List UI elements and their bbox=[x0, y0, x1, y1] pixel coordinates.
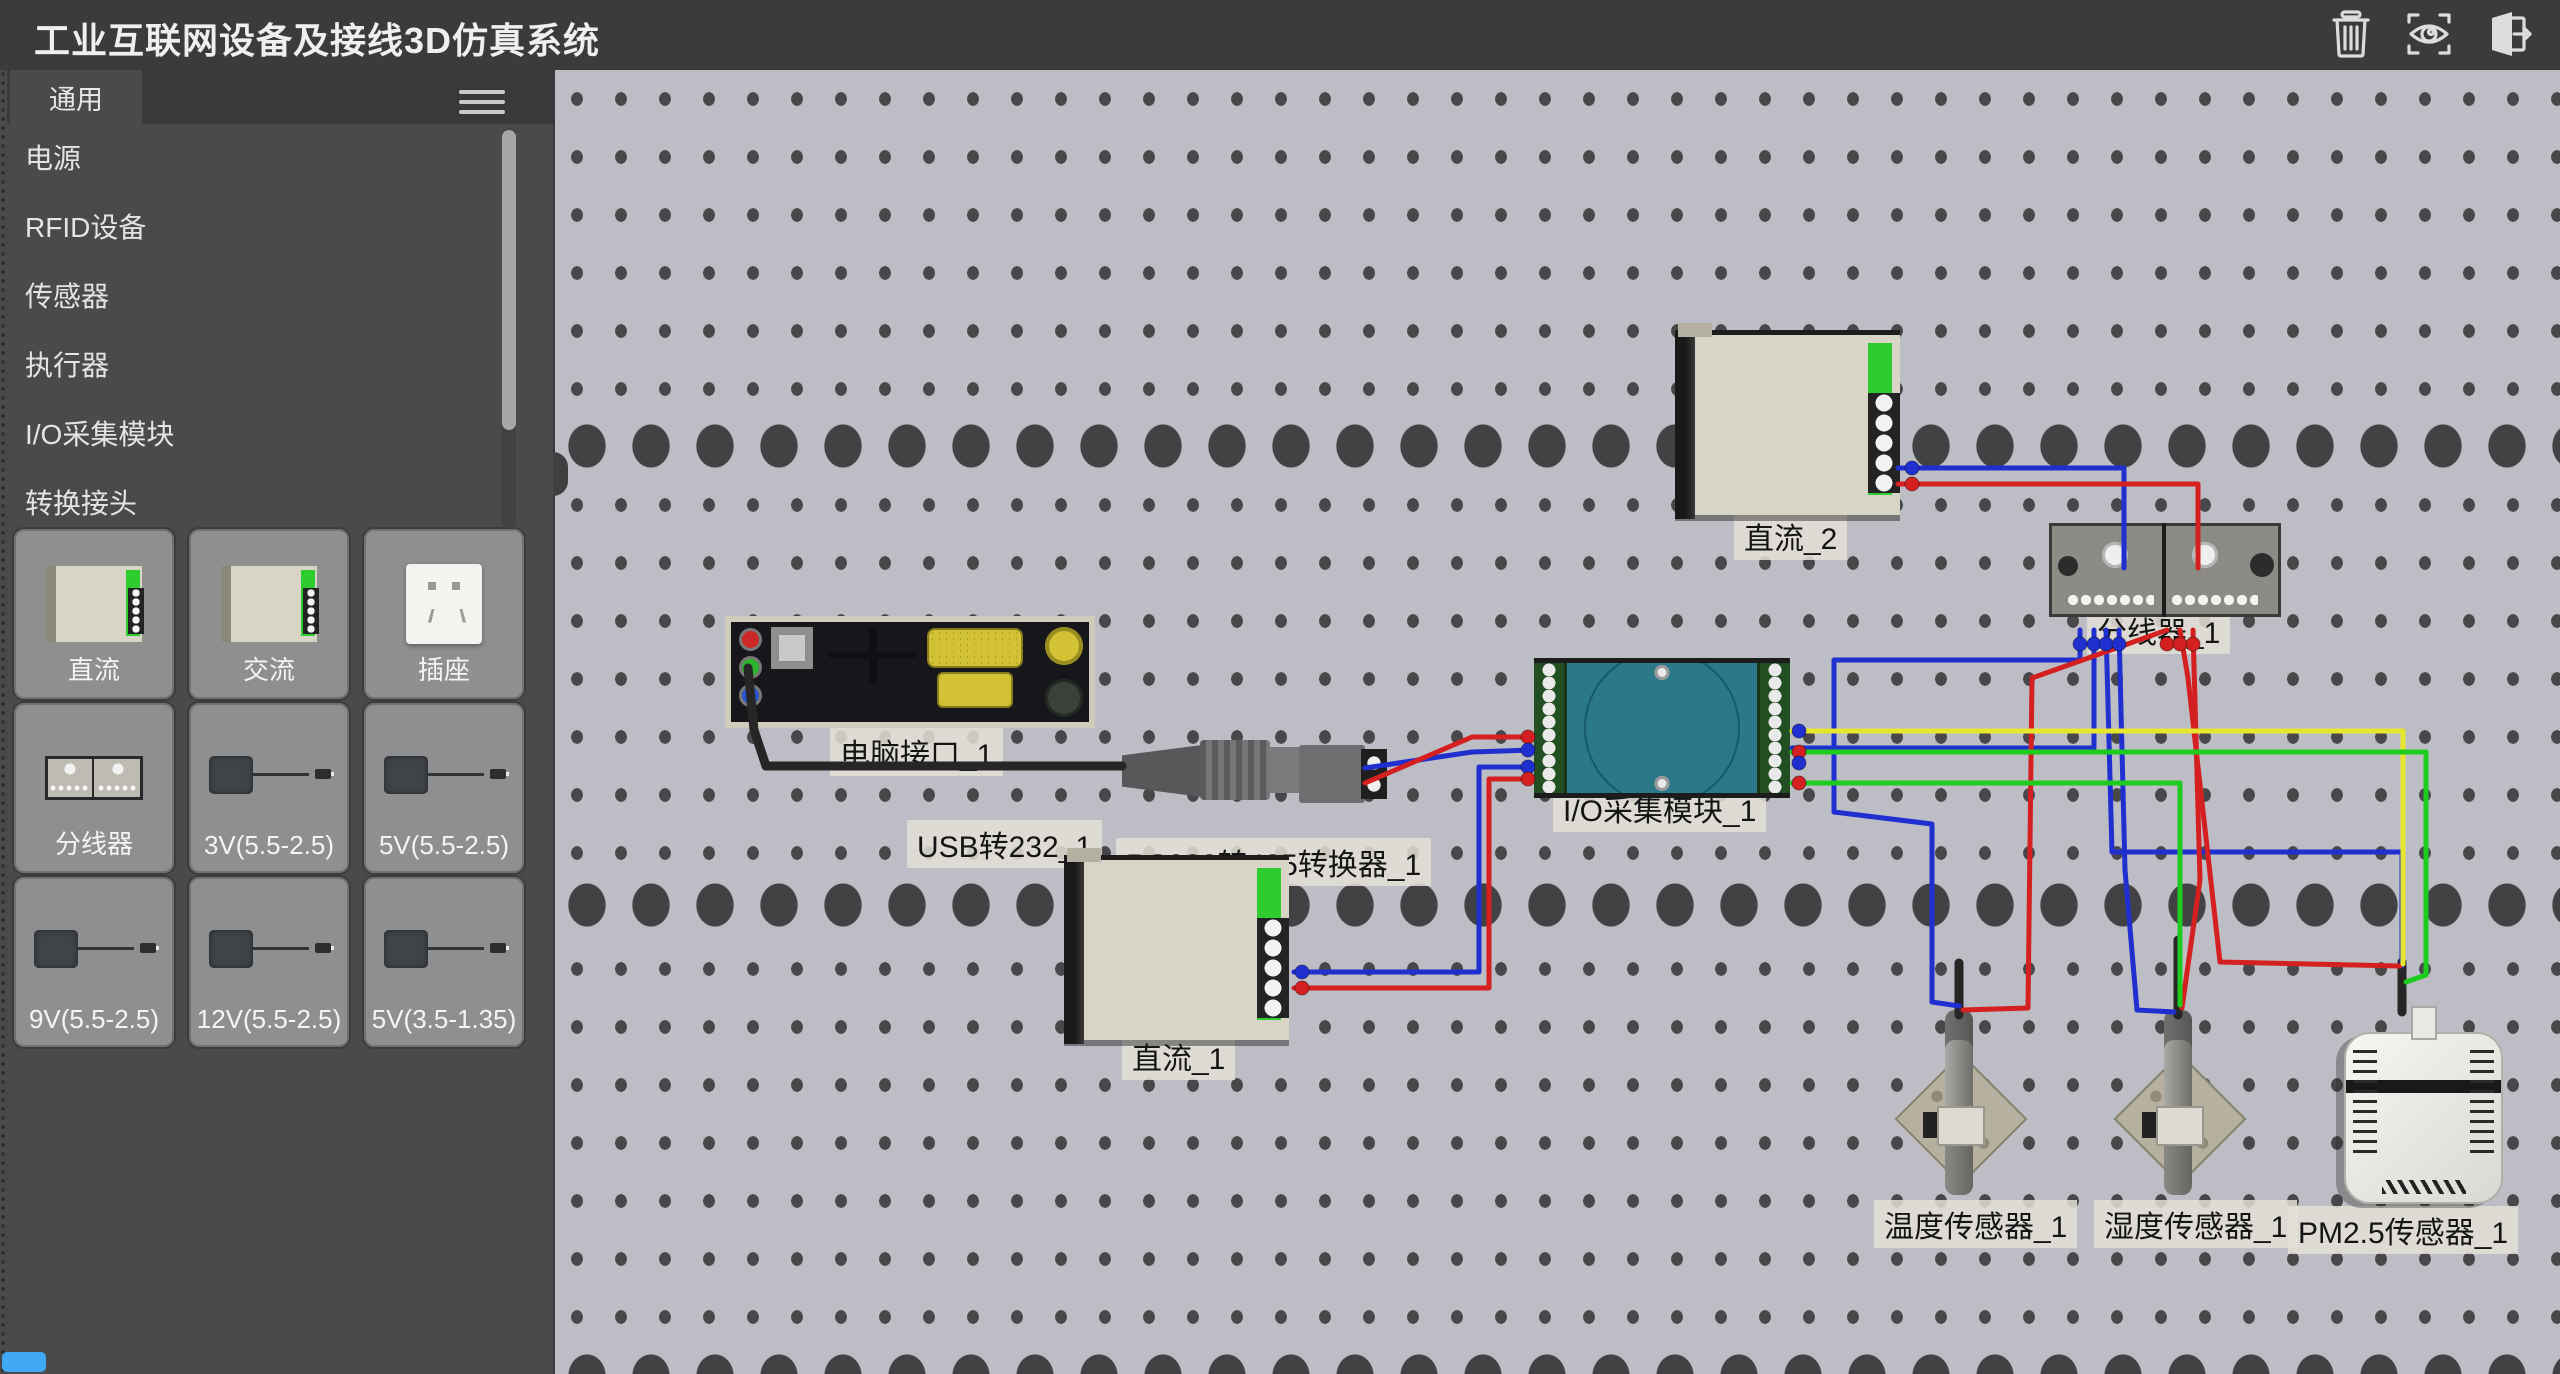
header-toolbar bbox=[2326, 8, 2532, 60]
device-label: 湿度传感器_1 bbox=[2094, 1200, 2297, 1248]
tile-label: 分线器 bbox=[16, 824, 172, 861]
adapter-icon bbox=[384, 922, 504, 982]
adapter-icon bbox=[209, 748, 329, 808]
tile-label: 5V(3.5-1.35) bbox=[366, 1004, 522, 1035]
adapter-icon bbox=[209, 922, 329, 982]
device-rs232-to-rs485[interactable] bbox=[1299, 745, 1365, 803]
sidebar-scrollbar[interactable] bbox=[502, 128, 516, 528]
adapter-icon bbox=[34, 922, 154, 982]
device-splitter[interactable] bbox=[2049, 523, 2281, 617]
pegboard-band bbox=[555, 418, 2560, 474]
device-humidity-sensor[interactable] bbox=[2116, 1010, 2241, 1195]
device-pm25-sensor[interactable] bbox=[2344, 1032, 2503, 1204]
status-indicator bbox=[2, 1352, 46, 1372]
adapter-icon bbox=[384, 748, 504, 808]
sidebar-item-4[interactable]: I/O采集模块 bbox=[7, 400, 499, 469]
device-label: 直流_2 bbox=[1734, 512, 1847, 560]
tile-label: 插座 bbox=[366, 650, 522, 687]
sidebar-item-0[interactable]: 电源 bbox=[7, 124, 499, 193]
tile-2[interactable]: 插座 bbox=[364, 529, 524, 699]
device-temperature-sensor[interactable] bbox=[1897, 1010, 2022, 1195]
sidebar-menu: 电源RFID设备传感器执行器I/O采集模块转换接头 bbox=[7, 124, 499, 538]
device-label: 电脑接口_1 bbox=[830, 728, 1003, 776]
tile-label: 交流 bbox=[191, 650, 347, 687]
sidebar-item-3[interactable]: 执行器 bbox=[7, 331, 499, 400]
tile-4[interactable]: 3V(5.5-2.5) bbox=[189, 703, 349, 873]
device-dc-power-2[interactable] bbox=[1675, 330, 1900, 515]
device-usb-to-232[interactable] bbox=[1122, 735, 1322, 807]
psu-icon bbox=[46, 566, 142, 642]
tile-label: 12V(5.5-2.5) bbox=[191, 1004, 347, 1035]
socket-icon bbox=[406, 564, 482, 644]
app-window: 工业互联网设备及接线3D仿真系统 bbox=[0, 0, 2560, 1374]
device-label: 温度传感器_1 bbox=[1874, 1200, 2077, 1248]
header-bar: 工业互联网设备及接线3D仿真系统 bbox=[0, 0, 2560, 70]
pegboard-band bbox=[555, 1342, 2560, 1374]
sidebar-scrollbar-thumb[interactable] bbox=[502, 130, 516, 430]
psu-icon bbox=[221, 566, 317, 642]
hamburger-menu-icon[interactable] bbox=[459, 84, 505, 110]
sidebar-item-2[interactable]: 传感器 bbox=[7, 262, 499, 331]
device-label: PM2.5传感器_1 bbox=[2288, 1206, 2518, 1254]
tile-6[interactable]: 9V(5.5-2.5) bbox=[14, 877, 174, 1047]
tile-label: 3V(5.5-2.5) bbox=[191, 830, 347, 861]
device-io-module[interactable] bbox=[1534, 658, 1790, 798]
view-eye-icon[interactable] bbox=[2404, 8, 2454, 60]
sidebar-tabstrip: 通用 bbox=[7, 70, 553, 124]
tile-8[interactable]: 5V(3.5-1.35) bbox=[364, 877, 524, 1047]
tile-label: 直流 bbox=[16, 650, 172, 687]
page-title: 工业互联网设备及接线3D仿真系统 bbox=[34, 12, 600, 64]
tile-3[interactable]: 分线器 bbox=[14, 703, 174, 873]
component-palette: 直流 交流 插座 分线器 3V(5.5-2.5) 5V(5.5-2.5) 9V(… bbox=[14, 529, 542, 1047]
sidebar-item-5[interactable]: 转换接头 bbox=[7, 469, 499, 538]
device-pc-interface[interactable] bbox=[725, 616, 1095, 728]
sidebar-item-1[interactable]: RFID设备 bbox=[7, 193, 499, 262]
tile-label: 5V(5.5-2.5) bbox=[366, 830, 522, 861]
tab-general[interactable]: 通用 bbox=[10, 70, 142, 124]
tile-5[interactable]: 5V(5.5-2.5) bbox=[364, 703, 524, 873]
exit-icon[interactable] bbox=[2482, 8, 2532, 60]
tile-7[interactable]: 12V(5.5-2.5) bbox=[189, 877, 349, 1047]
trash-icon[interactable] bbox=[2326, 8, 2376, 60]
tile-label: 9V(5.5-2.5) bbox=[16, 1004, 172, 1035]
simulation-canvas[interactable]: 直流_2 电脑接口_1 USB转232_1 RS232转485转换器_1 I/O… bbox=[553, 70, 2560, 1374]
tile-0[interactable]: 直流 bbox=[14, 529, 174, 699]
tile-1[interactable]: 交流 bbox=[189, 529, 349, 699]
device-dc-power-1[interactable] bbox=[1064, 855, 1289, 1040]
sidebar: 通用 电源RFID设备传感器执行器I/O采集模块转换接头 直流 交流 插座 分线… bbox=[0, 70, 553, 1374]
splitterart-icon bbox=[45, 756, 143, 800]
pegboard-band bbox=[555, 877, 2560, 933]
